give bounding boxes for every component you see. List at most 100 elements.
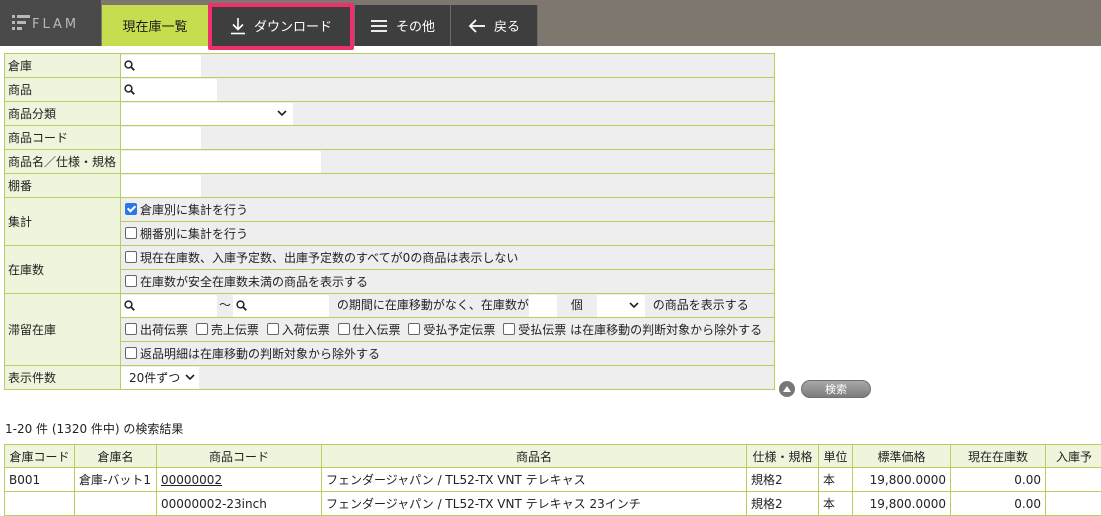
stagnant-mid-text: の期間に在庫移動がなく、在庫数が [337,298,529,312]
cell-current-stock: 0.00 [951,468,1046,492]
exclude-purchase-slip-checkbox[interactable]: 仕入伝票 [334,321,401,338]
checkbox-icon [125,275,137,287]
highlight-box [208,3,354,50]
checkbox-checked-icon [125,203,137,215]
exclude-return-checkbox[interactable]: 返品明細は在庫移動の判断対象から除外する [121,345,380,362]
cell-spec: 規格2 [747,492,819,516]
checkbox-icon [125,347,137,359]
cell-spec: 規格2 [747,468,819,492]
exclude-transfer-slip-checkbox[interactable]: 受払伝票 [499,321,566,338]
checkbox-label: 返品明細は在庫移動の判断対象から除外する [140,347,380,361]
category-select[interactable] [121,103,293,125]
unit-label: 個 [557,296,597,313]
column-header[interactable]: 倉庫名 [75,445,157,468]
cell-warehouse-name: 倉庫-バット1 [75,468,157,492]
warehouse-input[interactable] [121,55,201,77]
chevron-down-icon [185,374,195,381]
checkbox-icon [125,227,137,239]
column-header[interactable]: 入庫予 [1046,445,1101,468]
exclude-sales-slip-checkbox[interactable]: 売上伝票 [192,321,259,338]
tab-other[interactable]: その他 [355,5,451,46]
logo-text: FLAM [32,17,79,32]
checkbox-label: 倉庫別に集計を行う [140,203,248,217]
checkbox-label: 売上伝票 [211,323,259,337]
cell-unit: 本 [819,492,853,516]
checkbox-icon [196,323,208,335]
stagnant-end-text: の商品を表示する [653,298,749,312]
cell-product-code-link[interactable]: 00000002 [157,468,322,492]
search-icon [236,300,247,311]
comparison-select[interactable] [597,295,645,317]
warehouse-label: 倉庫 [5,54,121,78]
result-summary: 1-20 件 (1320 件中) の検索結果 [5,420,183,437]
per-page-select[interactable]: 20件ずつ [121,367,199,389]
slips-suffix-text: は在庫移動の判断対象から除外する [570,323,762,337]
search-form: 倉庫 商品 商品分類 商品コード 商品名／仕様・規格 棚番 [4,53,775,390]
collapse-up-icon[interactable] [779,381,795,397]
name-spec-input[interactable] [121,151,321,173]
below-safety-stock-checkbox[interactable]: 在庫数が安全在庫数未満の商品を表示する [121,273,368,290]
code-label: 商品コード [5,126,121,150]
search-icon [124,60,135,71]
results-table: 倉庫コード 倉庫名 商品コード 商品名 仕様・規格 単位 標準価格 現在在庫数 … [4,444,1101,516]
cell-product-name: フェンダージャパン / TL52-TX VNT テレキャス 23インチ [322,492,747,516]
period-from-input[interactable] [121,295,217,317]
checkbox-label: 受払予定伝票 [423,323,495,337]
checkbox-icon [408,323,420,335]
app-logo[interactable]: FLAM [0,0,101,46]
chevron-down-icon [277,110,287,117]
shelf-label: 棚番 [5,174,121,198]
cell-warehouse-code: B001 [5,468,75,492]
search-icon [124,84,135,95]
cell-standard-price: 19,800.0000 [853,492,951,516]
cell-incoming [1046,468,1101,492]
checkbox-label: 現在在庫数、入庫予定数、出庫予定数のすべてが0の商品は表示しない [140,251,518,265]
hide-zero-stock-checkbox[interactable]: 現在在庫数、入庫予定数、出庫予定数のすべてが0の商品は表示しない [121,249,518,266]
column-header[interactable]: 単位 [819,445,853,468]
per-page-value: 20件ずつ [129,369,180,386]
exclude-planned-slip-checkbox[interactable]: 受払予定伝票 [404,321,495,338]
column-header[interactable]: 倉庫コード [5,445,75,468]
category-label: 商品分類 [5,102,121,126]
column-header[interactable]: 商品コード [157,445,322,468]
tab-back[interactable]: 戻る [451,5,538,46]
chevron-down-icon [629,302,639,309]
tilde-separator: ～ [219,298,231,312]
tab-label: 戻る [494,16,520,35]
exclude-shipping-slip-checkbox[interactable]: 出荷伝票 [121,321,188,338]
checkbox-label: 棚番別に集計を行う [140,227,248,241]
shelf-input[interactable] [121,175,201,197]
column-header[interactable]: 標準価格 [853,445,951,468]
product-code-link[interactable]: 00000002 [161,473,222,487]
column-header[interactable]: 商品名 [322,445,747,468]
checkbox-icon [125,251,137,263]
logo-mark-icon [12,14,30,32]
product-code-text[interactable]: 00000002-23inch [161,497,267,511]
tab-label: 現在庫一覧 [122,16,187,35]
aggregate-shelf-checkbox[interactable]: 棚番別に集計を行う [121,225,248,242]
code-input[interactable] [121,127,201,149]
arrow-left-icon [468,18,486,34]
cell-warehouse-name [75,492,157,516]
tab-current-stock-list[interactable]: 現在庫一覧 [102,5,208,46]
exclude-receiving-slip-checkbox[interactable]: 入荷伝票 [263,321,330,338]
checkbox-icon [338,323,350,335]
column-header[interactable]: 現在在庫数 [951,445,1046,468]
stock-qty-input[interactable] [529,295,557,317]
cell-warehouse-code [5,492,75,516]
stock-count-label: 在庫数 [5,246,121,294]
cell-product-name: フェンダージャパン / TL52-TX VNT テレキャス [322,468,747,492]
checkbox-icon [267,323,279,335]
period-to-input[interactable] [233,295,329,317]
column-header[interactable]: 仕様・規格 [747,445,819,468]
checkbox-label: 在庫数が安全在庫数未満の商品を表示する [140,275,368,289]
aggregate-label: 集計 [5,198,121,246]
table-row[interactable]: B001 倉庫-バット1 00000002 フェンダージャパン / TL52-T… [5,468,1101,492]
per-page-label: 表示件数 [5,366,121,390]
stagnant-label: 滞留在庫 [5,294,121,366]
aggregate-warehouse-checkbox[interactable]: 倉庫別に集計を行う [121,201,248,218]
product-input[interactable] [121,79,217,101]
search-button[interactable]: 検索 [801,380,871,398]
cell-product-code[interactable]: 00000002-23inch [157,492,322,516]
table-row[interactable]: 00000002-23inch フェンダージャパン / TL52-TX VNT … [5,492,1101,516]
